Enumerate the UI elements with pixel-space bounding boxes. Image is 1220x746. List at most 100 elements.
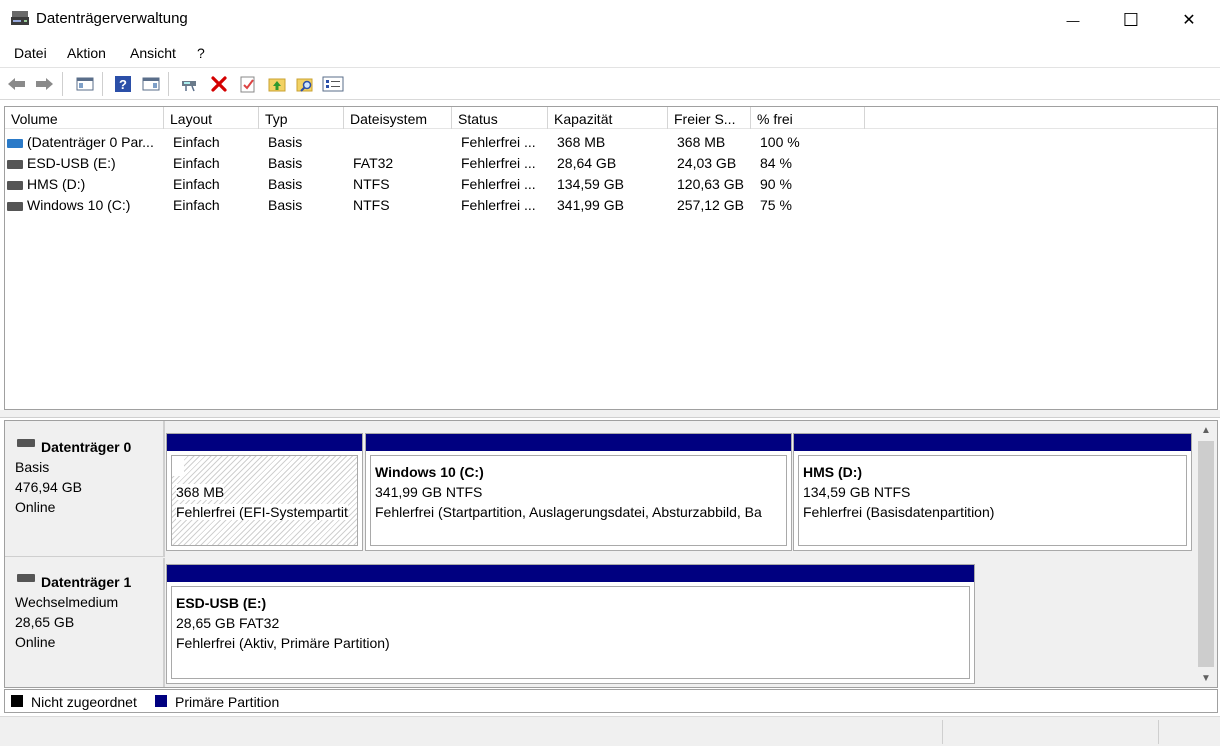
column-header-prozent-frei[interactable]: % frei [751,107,865,129]
cell-dateisystem [347,132,455,153]
delete-icon [211,76,227,92]
maximize-icon: ☐ [1122,9,1140,30]
column-header-status[interactable]: Status [452,107,548,129]
partition-size: 134,59 GB NTFS [803,484,911,500]
cell-kapazitaet: 134,59 GB [557,176,624,192]
partition-color-bar [794,434,1191,451]
menu-aktion[interactable]: Aktion [67,45,106,61]
cell-freier-speicher: 24,03 GB [677,155,737,171]
cell-volume: Windows 10 (C:) [27,197,131,213]
cell-layout: Einfach [173,155,220,171]
disk-management-app-icon [10,10,30,28]
forward-button[interactable] [33,73,55,95]
cell-prozent-frei: 90 % [760,176,792,192]
disk-1-label[interactable]: Datenträger 1 Wechselmedium 28,65 GB Onl… [5,558,165,687]
check-disk-button[interactable] [237,73,259,95]
back-arrow-icon [8,78,25,90]
partition-size: 28,65 GB FAT32 [176,615,280,631]
legend: Nicht zugeordnet Primäre Partition [4,689,1218,713]
scroll-thumb[interactable] [1198,441,1214,667]
cell-layout: Einfach [173,197,220,213]
chevron-down-icon: ▼ [1201,672,1211,684]
volume-list: Volume Layout Typ Dateisystem Status Kap… [4,106,1218,410]
partition-hms-d[interactable]: HMS (D:) 134,59 GB NTFS Fehlerfrei (Basi… [793,433,1192,551]
maximize-button[interactable]: ☐ [1102,0,1160,40]
legend-label-primary: Primäre Partition [175,694,280,710]
cell-status: Fehlerfrei ... [461,134,536,150]
removable-drive-icon [17,574,35,582]
partition-status: Fehlerfrei (EFI-Systempartit [176,504,348,520]
properties-pane-button[interactable] [140,73,162,95]
cell-kapazitaet: 28,64 GB [557,155,617,171]
table-row[interactable]: ESD-USB (E:) Einfach Basis FAT32 Fehlerf… [5,153,1217,174]
column-header-typ[interactable]: Typ [259,107,344,129]
column-header-dateisystem[interactable]: Dateisystem [344,107,452,129]
status-cell-secondary [943,720,1159,744]
cell-layout: Einfach [173,176,220,192]
disk-type: Wechselmedium [15,594,119,610]
cell-prozent-frei: 100 % [760,134,800,150]
minimize-button[interactable]: — [1044,0,1102,40]
legend-label-unallocated: Nicht zugeordnet [31,694,137,710]
scroll-down-button[interactable]: ▼ [1196,669,1216,687]
partition-windows-c[interactable]: Windows 10 (C:) 341,99 GB NTFS Fehlerfre… [365,433,792,551]
cell-dateisystem: FAT32 [353,155,394,171]
close-button[interactable]: ✕ [1160,0,1218,40]
menu-help[interactable]: ? [197,45,205,61]
scroll-up-button[interactable]: ▲ [1196,421,1216,439]
settings-button[interactable] [322,73,344,95]
minimize-icon: — [1066,12,1080,28]
table-row[interactable]: HMS (D:) Einfach Basis NTFS Fehlerfrei .… [5,174,1217,195]
disk-pane-scrollbar[interactable]: ▲ ▼ [1196,421,1216,687]
close-icon: ✕ [1182,12,1196,29]
disk-state: Online [15,499,56,515]
cell-freier-speicher: 257,12 GB [677,197,744,213]
cell-kapazitaet: 341,99 GB [557,197,624,213]
cell-volume: (Datenträger 0 Par... [27,134,154,150]
status-bar [0,716,1220,746]
cell-volume: HMS (D:) [27,176,86,192]
disk-state: Online [15,634,56,650]
menu-bar: Datei Aktion Ansicht ? [0,40,1220,68]
partition-esd-usb-e[interactable]: ESD-USB (E:) 28,65 GB FAT32 Fehlerfrei (… [166,564,975,684]
column-header-kapazitaet[interactable]: Kapazität [548,107,668,129]
volume-list-header: Volume Layout Typ Dateisystem Status Kap… [5,107,1217,129]
format-folder-button[interactable] [266,73,288,95]
partition-efi[interactable]: 368 MB Fehlerfrei (EFI-Systempartit [166,433,363,551]
delete-button[interactable] [208,73,230,95]
pane-splitter[interactable] [0,410,1220,418]
column-header-freier-speicher[interactable]: Freier S... [668,107,751,129]
menu-datei[interactable]: Datei [14,45,47,61]
menu-ansicht[interactable]: Ansicht [130,45,176,61]
back-button[interactable] [6,73,28,95]
partition-status: Fehlerfrei (Basisdatenpartition) [803,504,995,520]
status-cell-main [0,720,943,744]
table-row[interactable]: (Datenträger 0 Par... Einfach Basis Fehl… [5,132,1217,153]
cell-dateisystem: NTFS [353,176,390,192]
search-folder-icon [296,78,313,92]
partition-color-bar [167,434,362,451]
column-header-volume[interactable]: Volume [5,107,164,129]
disk-size: 476,94 GB [15,479,82,495]
toolbar-separator [102,72,103,96]
partition-title: ESD-USB (E:) [176,595,267,611]
cell-typ: Basis [268,197,303,213]
chevron-up-icon: ▲ [1201,424,1211,436]
toolbar-separator [168,72,169,96]
table-row[interactable]: Windows 10 (C:) Einfach Basis NTFS Fehle… [5,195,1217,216]
volume-disk-icon [7,159,23,169]
cell-prozent-frei: 75 % [760,197,792,213]
volume-disk-icon [7,138,23,148]
column-header-layout[interactable]: Layout [164,107,259,129]
partition-size: 341,99 GB NTFS [375,484,483,500]
disk-name: Datenträger 0 [41,439,132,455]
disk-0-label[interactable]: Datenträger 0 Basis 476,94 GB Online [5,421,165,557]
connect-drive-button[interactable] [179,73,201,95]
console-tree-button[interactable] [74,73,96,95]
cell-status: Fehlerfrei ... [461,155,536,171]
help-button[interactable]: ? [112,73,134,95]
format-folder-icon [268,78,286,92]
legend-swatch-unallocated [11,695,23,707]
partition-status: Fehlerfrei (Startpartition, Auslagerungs… [375,504,762,520]
search-folder-button[interactable] [294,73,316,95]
